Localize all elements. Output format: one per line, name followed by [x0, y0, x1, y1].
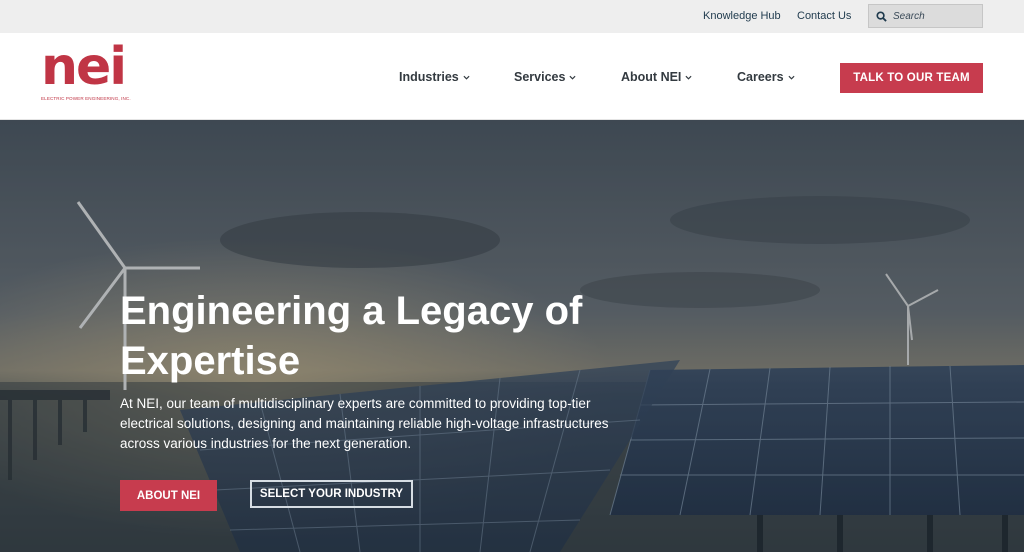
nav-industries[interactable]: Industries [399, 70, 470, 84]
hero-section: Engineering a Legacy of Expertise At NEI… [0, 120, 1024, 552]
logo-wordmark: nei [41, 37, 127, 97]
nav-careers[interactable]: Careers [737, 70, 795, 84]
search-box[interactable] [868, 4, 983, 28]
nav-services-label: Services [514, 70, 566, 84]
talk-to-our-team-button[interactable]: TALK TO OUR TEAM [840, 63, 983, 93]
contact-us-link[interactable]: Contact Us [797, 10, 851, 22]
utility-bar: Knowledge Hub Contact Us [0, 0, 1024, 33]
chevron-down-icon [685, 75, 692, 80]
nav-services[interactable]: Services [514, 70, 576, 84]
main-header: nei ELECTRIC POWER ENGINEERING, INC. Ind… [0, 33, 1024, 120]
search-icon[interactable] [876, 10, 887, 22]
nav-industries-label: Industries [399, 70, 459, 84]
select-your-industry-button[interactable]: SELECT YOUR INDUSTRY [250, 480, 413, 508]
chevron-down-icon [788, 75, 795, 80]
nav-careers-label: Careers [737, 70, 784, 84]
hero-description: At NEI, our team of multidisciplinary ex… [120, 396, 609, 451]
nav-about-label: About NEI [621, 70, 682, 84]
knowledge-hub-link[interactable]: Knowledge Hub [703, 10, 781, 22]
chevron-down-icon [569, 75, 576, 80]
nei-logo[interactable]: nei ELECTRIC POWER ENGINEERING, INC. [41, 41, 136, 107]
logo-tagline: ELECTRIC POWER ENGINEERING, INC. [41, 96, 131, 101]
chevron-down-icon [463, 75, 470, 80]
search-input[interactable] [893, 10, 973, 22]
about-nei-button[interactable]: ABOUT NEI [120, 480, 217, 511]
nav-about-nei[interactable]: About NEI [621, 70, 692, 84]
hero-title: Engineering a Legacy of Expertise [120, 289, 583, 383]
